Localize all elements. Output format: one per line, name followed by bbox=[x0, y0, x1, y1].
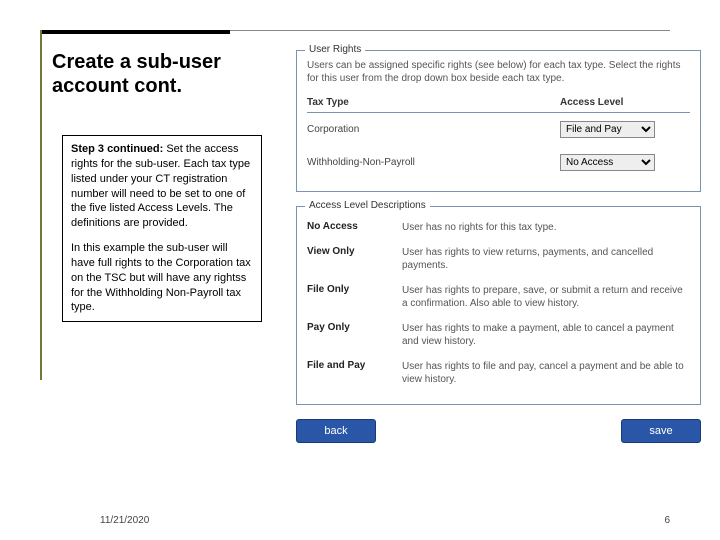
desc-label: File Only bbox=[307, 284, 402, 310]
desc-label: No Access bbox=[307, 221, 402, 234]
save-button[interactable]: save bbox=[621, 419, 701, 443]
tax-name: Corporation bbox=[307, 124, 560, 135]
desc-text: User has rights to prepare, save, or sub… bbox=[402, 284, 690, 310]
button-bar: back save bbox=[296, 419, 701, 443]
top-divider-thick bbox=[40, 30, 230, 34]
back-button[interactable]: back bbox=[296, 419, 376, 443]
col-header-taxtype: Tax Type bbox=[307, 97, 560, 108]
desc-label: File and Pay bbox=[307, 360, 402, 386]
instruction-p1: Step 3 continued: Set the access rights … bbox=[71, 142, 253, 231]
col-header-access: Access Level bbox=[560, 97, 690, 108]
desc-text: User has rights to make a payment, able … bbox=[402, 322, 690, 348]
desc-row: File and Pay User has rights to file and… bbox=[307, 354, 690, 392]
instruction-box: Step 3 continued: Set the access rights … bbox=[62, 135, 262, 322]
access-level-select-corporation[interactable]: No AccessView OnlyFile OnlyPay OnlyFile … bbox=[560, 121, 655, 138]
access-descriptions-legend: Access Level Descriptions bbox=[305, 200, 430, 211]
left-divider bbox=[40, 30, 42, 380]
app-screenshot: User Rights Users can be assigned specif… bbox=[296, 50, 701, 490]
desc-row: No Access User has no rights for this ta… bbox=[307, 215, 690, 240]
tax-name: Withholding-Non-Payroll bbox=[307, 157, 560, 168]
user-rights-fieldset: User Rights Users can be assigned specif… bbox=[296, 50, 701, 192]
slide-date: 11/21/2020 bbox=[100, 515, 149, 526]
tax-table-header: Tax Type Access Level bbox=[307, 93, 690, 113]
desc-row: Pay Only User has rights to make a payme… bbox=[307, 316, 690, 354]
desc-text: User has no rights for this tax type. bbox=[402, 221, 690, 234]
instruction-p2: In this example the sub-user will have f… bbox=[71, 241, 253, 315]
desc-label: Pay Only bbox=[307, 322, 402, 348]
instruction-p1-rest: Set the access rights for the sub-user. … bbox=[71, 143, 250, 229]
desc-row: File Only User has rights to prepare, sa… bbox=[307, 278, 690, 316]
user-rights-intro: Users can be assigned specific rights (s… bbox=[307, 59, 690, 85]
slide-page-number: 6 bbox=[664, 515, 670, 526]
desc-label: View Only bbox=[307, 246, 402, 272]
access-descriptions-fieldset: Access Level Descriptions No Access User… bbox=[296, 206, 701, 405]
desc-text: User has rights to view returns, payment… bbox=[402, 246, 690, 272]
desc-text: User has rights to file and pay, cancel … bbox=[402, 360, 690, 386]
tax-row: Corporation No AccessView OnlyFile OnlyP… bbox=[307, 113, 690, 146]
access-level-select-withholding[interactable]: No AccessView OnlyFile OnlyPay OnlyFile … bbox=[560, 154, 655, 171]
user-rights-legend: User Rights bbox=[305, 44, 365, 55]
slide-title: Create a sub-user account cont. bbox=[52, 50, 282, 98]
instruction-p1-lead: Step 3 continued: bbox=[71, 143, 163, 155]
tax-row: Withholding-Non-Payroll No AccessView On… bbox=[307, 146, 690, 179]
desc-row: View Only User has rights to view return… bbox=[307, 240, 690, 278]
